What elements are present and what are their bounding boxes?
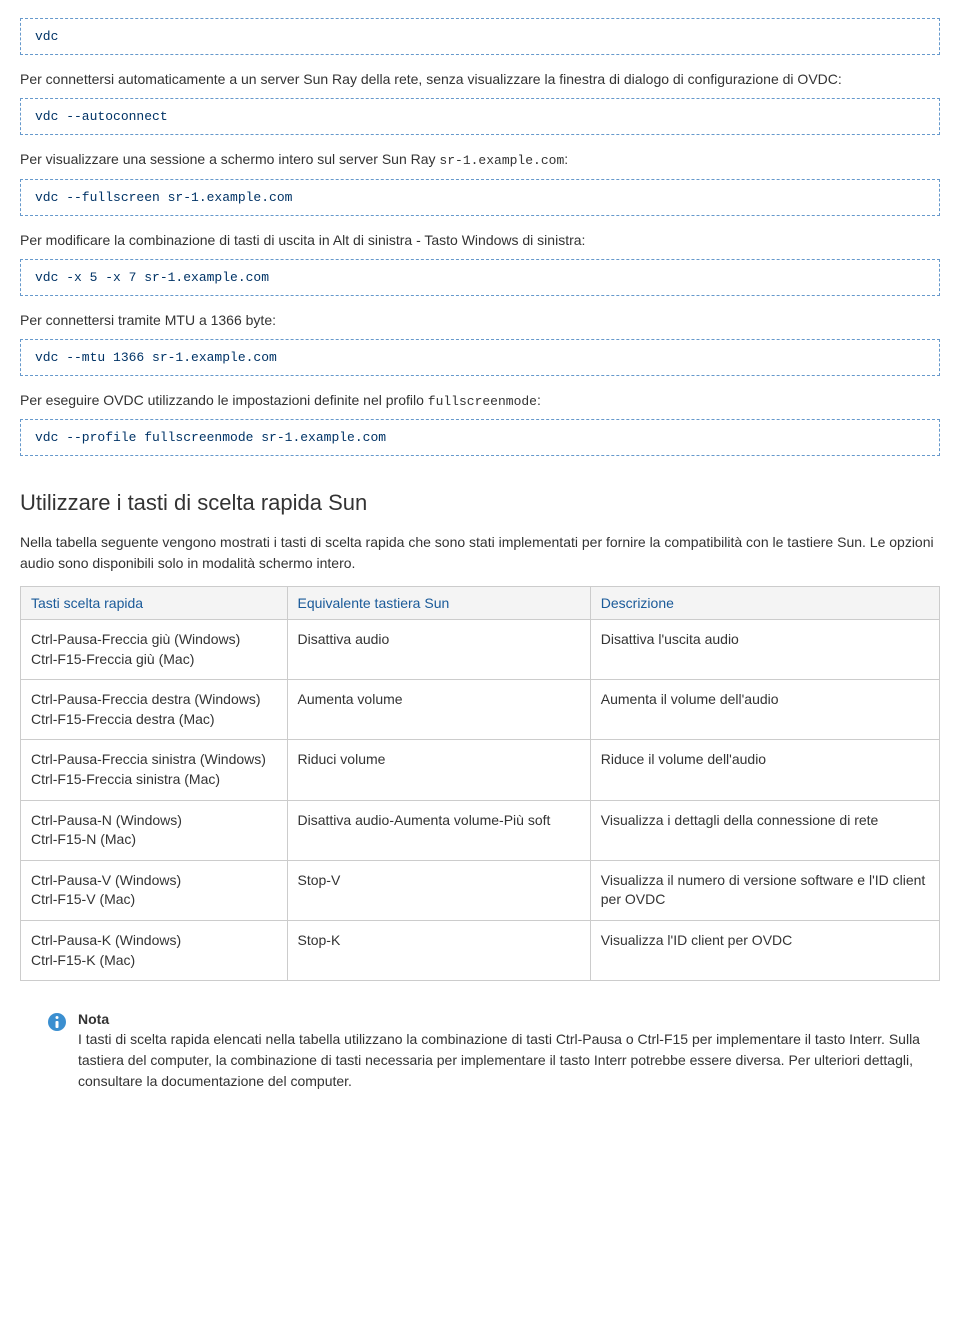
text-line: Ctrl-F15-V (Mac) xyxy=(31,891,135,907)
text-line: Ctrl-Pausa-Freccia sinistra (Windows) xyxy=(31,751,266,767)
cell-description: Visualizza l'ID client per OVDC xyxy=(590,920,939,980)
cell-sun-equivalent: Disattiva audio-Aumenta volume-Più soft xyxy=(287,800,590,860)
inline-code: fullscreenmode xyxy=(428,394,537,409)
cell-description: Visualizza i dettagli della connessione … xyxy=(590,800,939,860)
cell-description: Disattiva l'uscita audio xyxy=(590,620,939,680)
code-example-exit-keys: vdc -x 5 -x 7 sr-1.example.com xyxy=(20,259,940,296)
paragraph-exit-keys: Per modificare la combinazione di tasti … xyxy=(20,230,940,251)
cell-description: Aumenta il volume dell'audio xyxy=(590,680,939,740)
col-header-description: Descrizione xyxy=(590,587,939,620)
inline-code: sr-1.example.com xyxy=(439,153,564,168)
info-icon xyxy=(48,1013,66,1031)
col-header-shortcut: Tasti scelta rapida xyxy=(21,587,288,620)
text-run: : xyxy=(564,151,568,167)
table-header-row: Tasti scelta rapida Equivalente tastiera… xyxy=(21,587,940,620)
cell-shortcut: Ctrl-Pausa-N (Windows) Ctrl-F15-N (Mac) xyxy=(21,800,288,860)
paragraph-mtu: Per connettersi tramite MTU a 1366 byte: xyxy=(20,310,940,331)
cell-sun-equivalent: Aumenta volume xyxy=(287,680,590,740)
col-header-sun-equivalent: Equivalente tastiera Sun xyxy=(287,587,590,620)
text-line: Ctrl-F15-K (Mac) xyxy=(31,952,135,968)
code-example-mtu: vdc --mtu 1366 sr-1.example.com xyxy=(20,339,940,376)
paragraph-profile: Per eseguire OVDC utilizzando le imposta… xyxy=(20,390,940,412)
shortcut-table: Tasti scelta rapida Equivalente tastiera… xyxy=(20,586,940,981)
cell-shortcut: Ctrl-Pausa-Freccia destra (Windows) Ctrl… xyxy=(21,680,288,740)
table-row: Ctrl-Pausa-Freccia giù (Windows) Ctrl-F1… xyxy=(21,620,940,680)
note-body: I tasti di scelta rapida elencati nella … xyxy=(78,1029,940,1092)
paragraph-autoconnect: Per connettersi automaticamente a un ser… xyxy=(20,69,940,90)
text-line: Ctrl-Pausa-V (Windows) xyxy=(31,872,181,888)
cell-sun-equivalent: Stop-V xyxy=(287,860,590,920)
code-example-fullscreen: vdc --fullscreen sr-1.example.com xyxy=(20,179,940,216)
text-line: Ctrl-F15-Freccia giù (Mac) xyxy=(31,651,194,667)
table-row: Ctrl-Pausa-N (Windows) Ctrl-F15-N (Mac) … xyxy=(21,800,940,860)
note-callout: Nota I tasti di scelta rapida elencati n… xyxy=(48,1007,940,1096)
text-line: Ctrl-Pausa-Freccia giù (Windows) xyxy=(31,631,240,647)
text-run: Per visualizzare una sessione a schermo … xyxy=(20,151,439,167)
cell-shortcut: Ctrl-Pausa-Freccia sinistra (Windows) Ct… xyxy=(21,740,288,800)
code-example-profile: vdc --profile fullscreenmode sr-1.exampl… xyxy=(20,419,940,456)
text-line: Ctrl-F15-Freccia destra (Mac) xyxy=(31,711,215,727)
table-row: Ctrl-Pausa-K (Windows) Ctrl-F15-K (Mac) … xyxy=(21,920,940,980)
cell-description: Visualizza il numero di versione softwar… xyxy=(590,860,939,920)
text-run: : xyxy=(537,392,541,408)
cell-shortcut: Ctrl-Pausa-V (Windows) Ctrl-F15-V (Mac) xyxy=(21,860,288,920)
table-row: Ctrl-Pausa-V (Windows) Ctrl-F15-V (Mac) … xyxy=(21,860,940,920)
cell-sun-equivalent: Stop-K xyxy=(287,920,590,980)
note-title: Nota xyxy=(78,1011,940,1027)
text-line: Ctrl-F15-N (Mac) xyxy=(31,831,136,847)
text-line: Ctrl-F15-Freccia sinistra (Mac) xyxy=(31,771,220,787)
text-line: Ctrl-Pausa-N (Windows) xyxy=(31,812,182,828)
text-line: Ctrl-Pausa-K (Windows) xyxy=(31,932,181,948)
cell-description: Riduce il volume dell'audio xyxy=(590,740,939,800)
cell-shortcut: Ctrl-Pausa-Freccia giù (Windows) Ctrl-F1… xyxy=(21,620,288,680)
cell-sun-equivalent: Riduci volume xyxy=(287,740,590,800)
text-run: Per eseguire OVDC utilizzando le imposta… xyxy=(20,392,428,408)
cell-sun-equivalent: Disattiva audio xyxy=(287,620,590,680)
paragraph-fullscreen: Per visualizzare una sessione a schermo … xyxy=(20,149,940,171)
text-line: Ctrl-Pausa-Freccia destra (Windows) xyxy=(31,691,261,707)
paragraph-intro-table: Nella tabella seguente vengono mostrati … xyxy=(20,532,940,574)
table-row: Ctrl-Pausa-Freccia destra (Windows) Ctrl… xyxy=(21,680,940,740)
code-example-vdc: vdc xyxy=(20,18,940,55)
cell-shortcut: Ctrl-Pausa-K (Windows) Ctrl-F15-K (Mac) xyxy=(21,920,288,980)
note-content: Nota I tasti di scelta rapida elencati n… xyxy=(78,1011,940,1092)
table-row: Ctrl-Pausa-Freccia sinistra (Windows) Ct… xyxy=(21,740,940,800)
section-heading-shortcuts: Utilizzare i tasti di scelta rapida Sun xyxy=(20,490,940,516)
code-example-autoconnect: vdc --autoconnect xyxy=(20,98,940,135)
